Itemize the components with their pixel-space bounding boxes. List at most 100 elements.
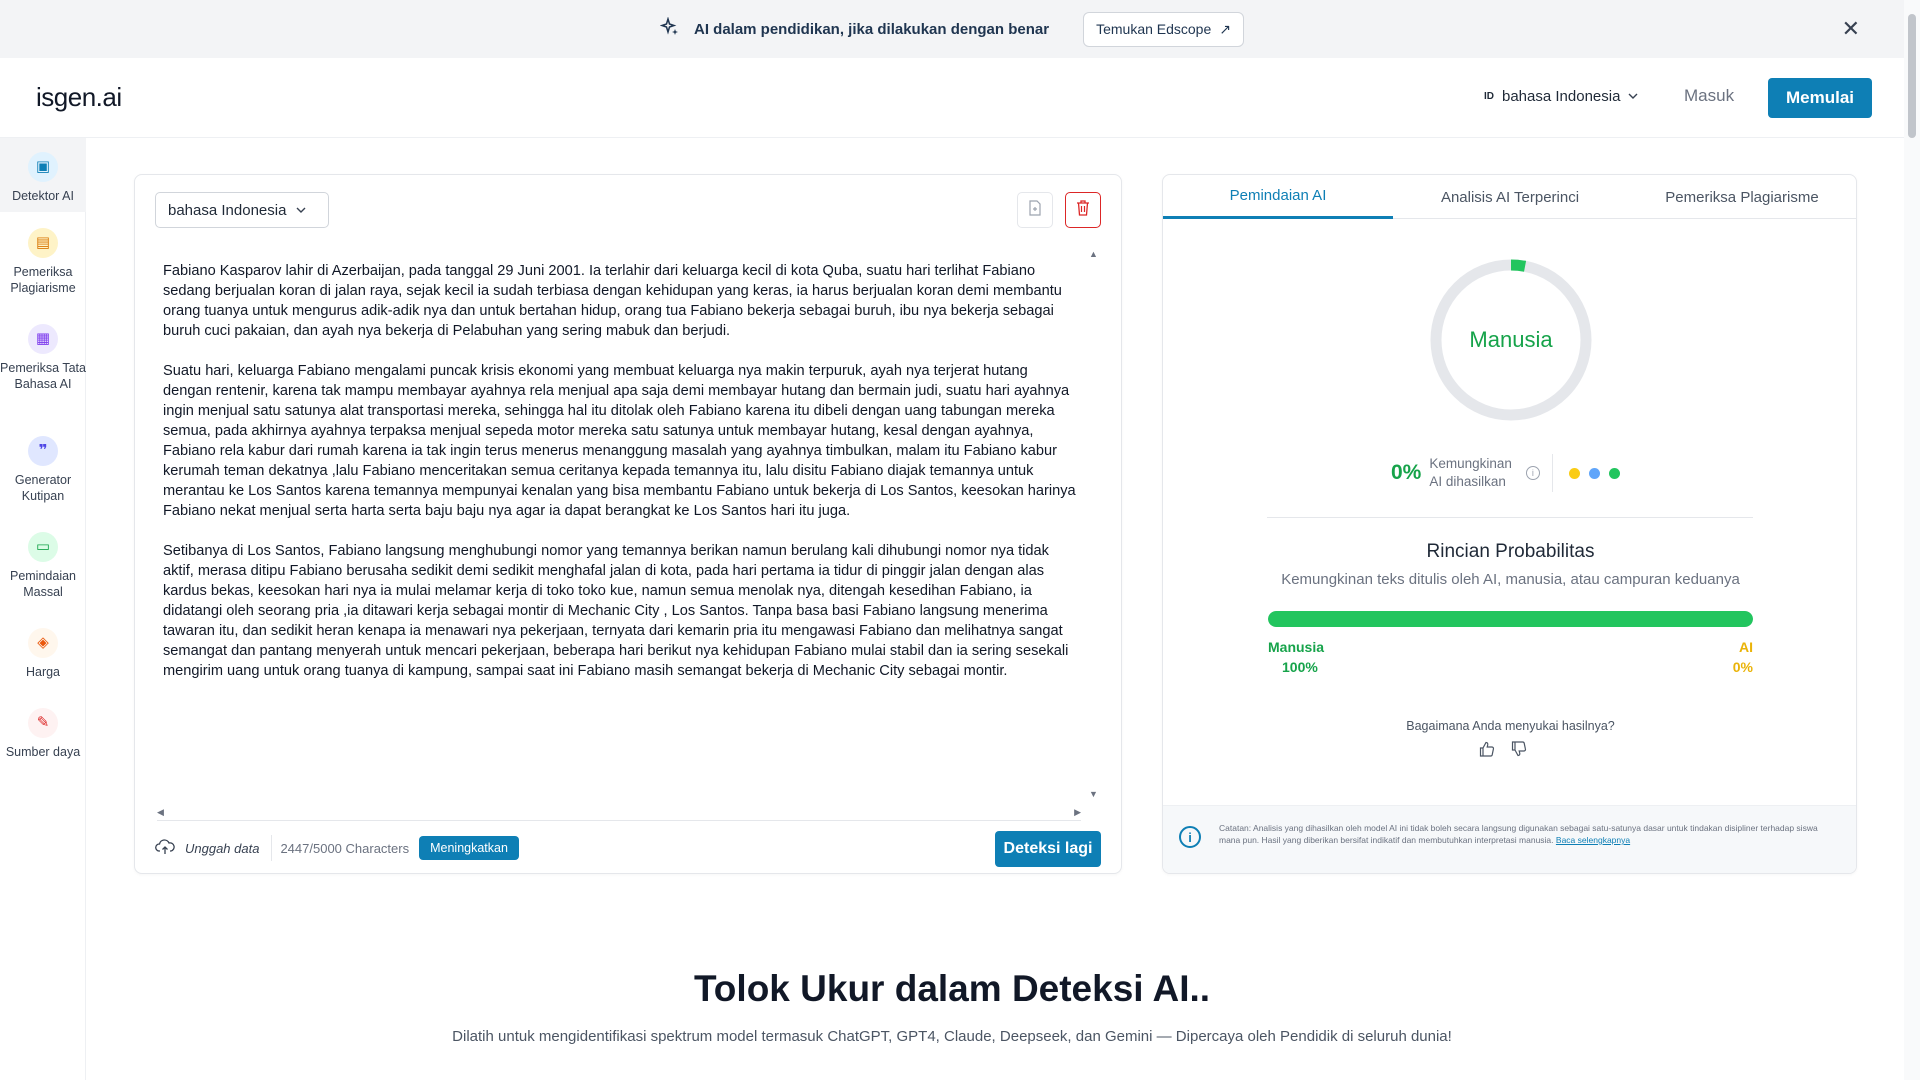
human-percent: 100%	[1282, 659, 1318, 675]
sidebar-item-label: Pemeriksa Plagiarisme	[10, 265, 76, 295]
sidebar-item-plagiarism-checker[interactable]: ▤ Pemeriksa Plagiarisme	[0, 228, 86, 296]
sidebar-item-resources[interactable]: ✎ Sumber daya	[0, 708, 86, 760]
sidebar-item-label: Generator Kutipan	[14, 473, 72, 503]
sidebar-item-label: Pemindaian Massal	[9, 569, 76, 599]
scroll-left-icon[interactable]: ◀	[157, 807, 164, 818]
detector-icon: ▣	[28, 152, 58, 182]
sidebar-item-citation-generator[interactable]: ❞ Generator Kutipan	[0, 436, 86, 504]
disclaimer-body: Catatan: Analisis yang dihasilkan oleh m…	[1219, 823, 1818, 845]
sidebar-item-ai-detector[interactable]: ▣ Detektor AI	[0, 138, 86, 212]
section-divider	[1267, 517, 1753, 518]
info-circle-icon: i	[1179, 826, 1201, 848]
trash-icon	[1076, 200, 1090, 220]
external-arrow-icon: ↗	[1219, 20, 1231, 37]
grammar-icon: ▦	[28, 324, 58, 354]
sidebar-item-grammar-checker[interactable]: ▦ Pemeriksa Tata Bahasa AI	[0, 324, 86, 392]
top-banner: AI dalam pendidikan, jika dilakukan deng…	[0, 0, 1904, 58]
ai-probability: AI 0%	[1703, 637, 1753, 677]
header: isgen.ai ID bahasa Indonesia Masuk Memul…	[0, 58, 1904, 138]
logo[interactable]: isgen.ai	[36, 82, 122, 113]
divider	[1551, 454, 1553, 492]
discover-edscope-button[interactable]: Temukan Edscope ↗	[1083, 11, 1244, 47]
thumbs-up-icon[interactable]	[1479, 741, 1495, 761]
ai-label: AI	[1739, 639, 1753, 655]
text-language-select[interactable]: bahasa Indonesia	[155, 192, 329, 228]
upload-file-button[interactable]: Unggah data	[155, 835, 273, 861]
ai-probability-value: 0%	[1391, 461, 1422, 484]
legend-dot-blue	[1588, 467, 1600, 479]
close-banner-icon[interactable]: ✕	[1842, 16, 1860, 42]
text-input-area[interactable]: Fabiano Kasparov lahir di Azerbaijan, pa…	[163, 261, 1079, 761]
language-switcher[interactable]: ID bahasa Indonesia	[1484, 88, 1638, 105]
text-editor-card: bahasa Indonesia Fabiano Kasparov lahir …	[134, 174, 1122, 874]
benchmark-heading: Tolok Ukur dalam Deteksi AI..	[693, 968, 1211, 1009]
cloud-upload-icon	[155, 838, 175, 858]
language-code: ID	[1484, 91, 1494, 102]
ai-probability-row: 0% Kemungkinan AI dihasilkan i	[1391, 451, 1651, 495]
price-tag-icon: ◈	[28, 628, 58, 658]
upload-label: Unggah data	[185, 840, 260, 856]
delete-button[interactable]	[1065, 192, 1101, 228]
get-started-button[interactable]: Memulai	[1768, 78, 1872, 118]
tab-detailed-analysis[interactable]: Analisis AI Terperinci	[1395, 175, 1625, 219]
human-probability: Manusia 100%	[1268, 637, 1324, 677]
probability-bar	[1268, 611, 1753, 627]
ai-probability-label-line2: AI dihasilkan	[1429, 474, 1506, 489]
tab-plagiarism-checker[interactable]: Pemeriksa Plagiarisme	[1627, 175, 1856, 219]
login-link[interactable]: Masuk	[1684, 86, 1734, 106]
sidebar-item-label: Harga	[25, 665, 61, 679]
breakdown-subtitle: Kemungkinan teks ditulis oleh AI, manusi…	[1281, 571, 1740, 588]
sidebar-item-pricing[interactable]: ◈ Harga	[0, 628, 86, 680]
tab-ai-scan[interactable]: Pemindaian AI	[1163, 175, 1393, 219]
page-scrollbar[interactable]	[1904, 0, 1920, 1080]
disclaimer-text: Catatan: Analisis yang dihasilkan oleh m…	[1219, 822, 1839, 846]
scroll-down-icon[interactable]: ▼	[1089, 789, 1098, 799]
text-paragraph: Setibanya di Los Santos, Fabiano langsun…	[163, 543, 1069, 679]
sidebar: ▣ Detektor AI ▤ Pemeriksa Plagiarisme ▦ …	[0, 138, 86, 1080]
legend-dot-green	[1608, 467, 1620, 479]
legend-dot-yellow	[1568, 467, 1580, 479]
scroll-right-icon[interactable]: ▶	[1074, 807, 1081, 818]
horizontal-scrollbar[interactable]: ◀ ▶	[157, 807, 1081, 821]
banner-message: AI dalam pendidikan, jika dilakukan deng…	[659, 16, 1050, 41]
scroll-up-icon[interactable]: ▲	[1089, 249, 1098, 259]
document-icon	[1028, 200, 1042, 220]
ai-probability-label: Kemungkinan AI dihasilkan	[1429, 455, 1512, 491]
breakdown-title: Rincian Probabilitas	[1426, 541, 1595, 562]
language-label: bahasa Indonesia	[1502, 88, 1621, 105]
text-paragraph: Suatu hari, keluarga Fabiano mengalami p…	[163, 363, 1076, 519]
chevron-down-icon	[1628, 88, 1638, 105]
character-count: 2447/5000 Characters	[280, 840, 410, 856]
plagiarism-icon: ▤	[28, 228, 58, 258]
info-icon[interactable]: i	[1525, 466, 1540, 480]
detect-again-button[interactable]: Deteksi lagi	[995, 831, 1101, 867]
sidebar-item-label: Pemeriksa Tata Bahasa AI	[0, 361, 86, 391]
resources-icon: ✎	[28, 708, 58, 738]
vertical-scrollbar[interactable]: ▲ ▼	[1087, 249, 1101, 799]
text-paragraph: Fabiano Kasparov lahir di Azerbaijan, pa…	[163, 263, 1062, 339]
result-card: Pemindaian AI Analisis AI Terperinci Pem…	[1162, 174, 1857, 874]
feedback-buttons	[1479, 741, 1527, 761]
read-more-link[interactable]: Baca selengkapnya	[1556, 835, 1630, 845]
gauge-label: Manusia	[1469, 327, 1553, 352]
text-language-value: bahasa Indonesia	[168, 201, 287, 219]
editor-footer: Unggah data 2447/5000 Characters Meningk…	[155, 831, 1101, 867]
benchmark-subtitle: Dilatih untuk mengidentifikasi spektrum …	[452, 1028, 1452, 1045]
sidebar-item-label: Sumber daya	[5, 745, 81, 759]
ai-probability-label-line1: Kemungkinan	[1429, 456, 1512, 471]
probability-bar-fill	[1268, 611, 1753, 627]
feedback-prompt: Bagaimana Anda menyukai hasilnya?	[1406, 719, 1615, 733]
upgrade-button[interactable]: Meningkatkan	[419, 836, 519, 860]
page-scrollbar-thumb[interactable]	[1908, 14, 1916, 138]
result-tabs: Pemindaian AI Analisis AI Terperinci Pem…	[1163, 175, 1856, 219]
sidebar-item-bulk-scan[interactable]: ▭ Pemindaian Massal	[0, 532, 86, 600]
chevron-down-icon	[296, 202, 306, 219]
sidebar-item-label: Detektor AI	[12, 189, 74, 203]
thumbs-down-icon[interactable]	[1511, 741, 1527, 761]
human-label: Manusia	[1268, 639, 1325, 655]
quote-icon: ❞	[28, 436, 58, 466]
discover-edscope-label: Temukan Edscope	[1096, 21, 1212, 37]
ai-percent: 0%	[1732, 659, 1753, 675]
banner-text: AI dalam pendidikan, jika dilakukan deng…	[693, 20, 1050, 38]
document-button[interactable]	[1017, 192, 1053, 228]
